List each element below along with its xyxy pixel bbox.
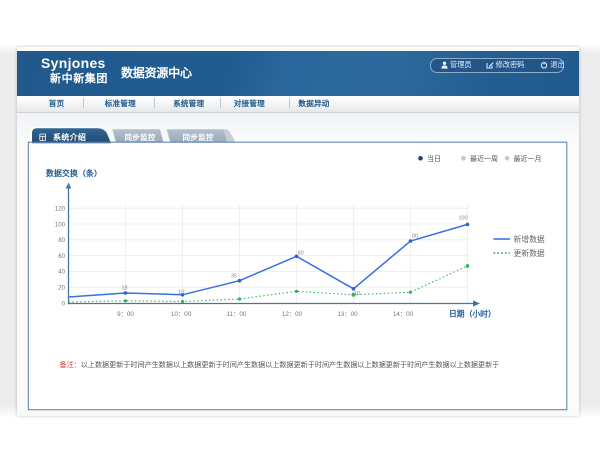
svg-text:10：00: 10：00 [171,311,192,318]
svg-text:11：00: 11：00 [227,311,247,318]
svg-text:日期（小时）: 日期（小时） [449,309,496,319]
svg-text:80: 80 [58,237,65,244]
svg-text:60: 60 [298,250,304,256]
svg-text:12：00: 12：00 [282,311,303,318]
svg-text:35: 35 [231,274,237,280]
svg-text:18: 18 [121,285,127,291]
svg-text:当日: 当日 [427,154,441,163]
svg-text:20: 20 [58,285,65,292]
svg-text:120: 120 [55,206,66,213]
svg-text:新增数据: 新增数据 [514,234,545,244]
svg-text:9：00: 9：00 [117,311,134,318]
svg-text:同步监控: 同步监控 [183,132,214,142]
svg-text:同步监控: 同步监控 [125,132,156,142]
svg-text:数据交换（条）: 数据交换（条） [46,168,102,178]
svg-text:80: 80 [412,234,418,240]
svg-text:60: 60 [58,253,65,260]
svg-text:100: 100 [459,215,468,221]
svg-text:系统介绍: 系统介绍 [53,132,86,142]
svg-text:10: 10 [178,289,184,295]
svg-text:13：00: 13：00 [337,311,358,318]
svg-text:40: 40 [58,269,65,276]
svg-text:最近一月: 最近一月 [514,154,542,163]
svg-text:100: 100 [55,221,66,228]
svg-text:更新数据: 更新数据 [514,248,545,258]
svg-text:14：00: 14：00 [393,311,414,318]
svg-text:最近一周: 最近一周 [470,154,498,163]
svg-text:10: 10 [354,291,360,297]
